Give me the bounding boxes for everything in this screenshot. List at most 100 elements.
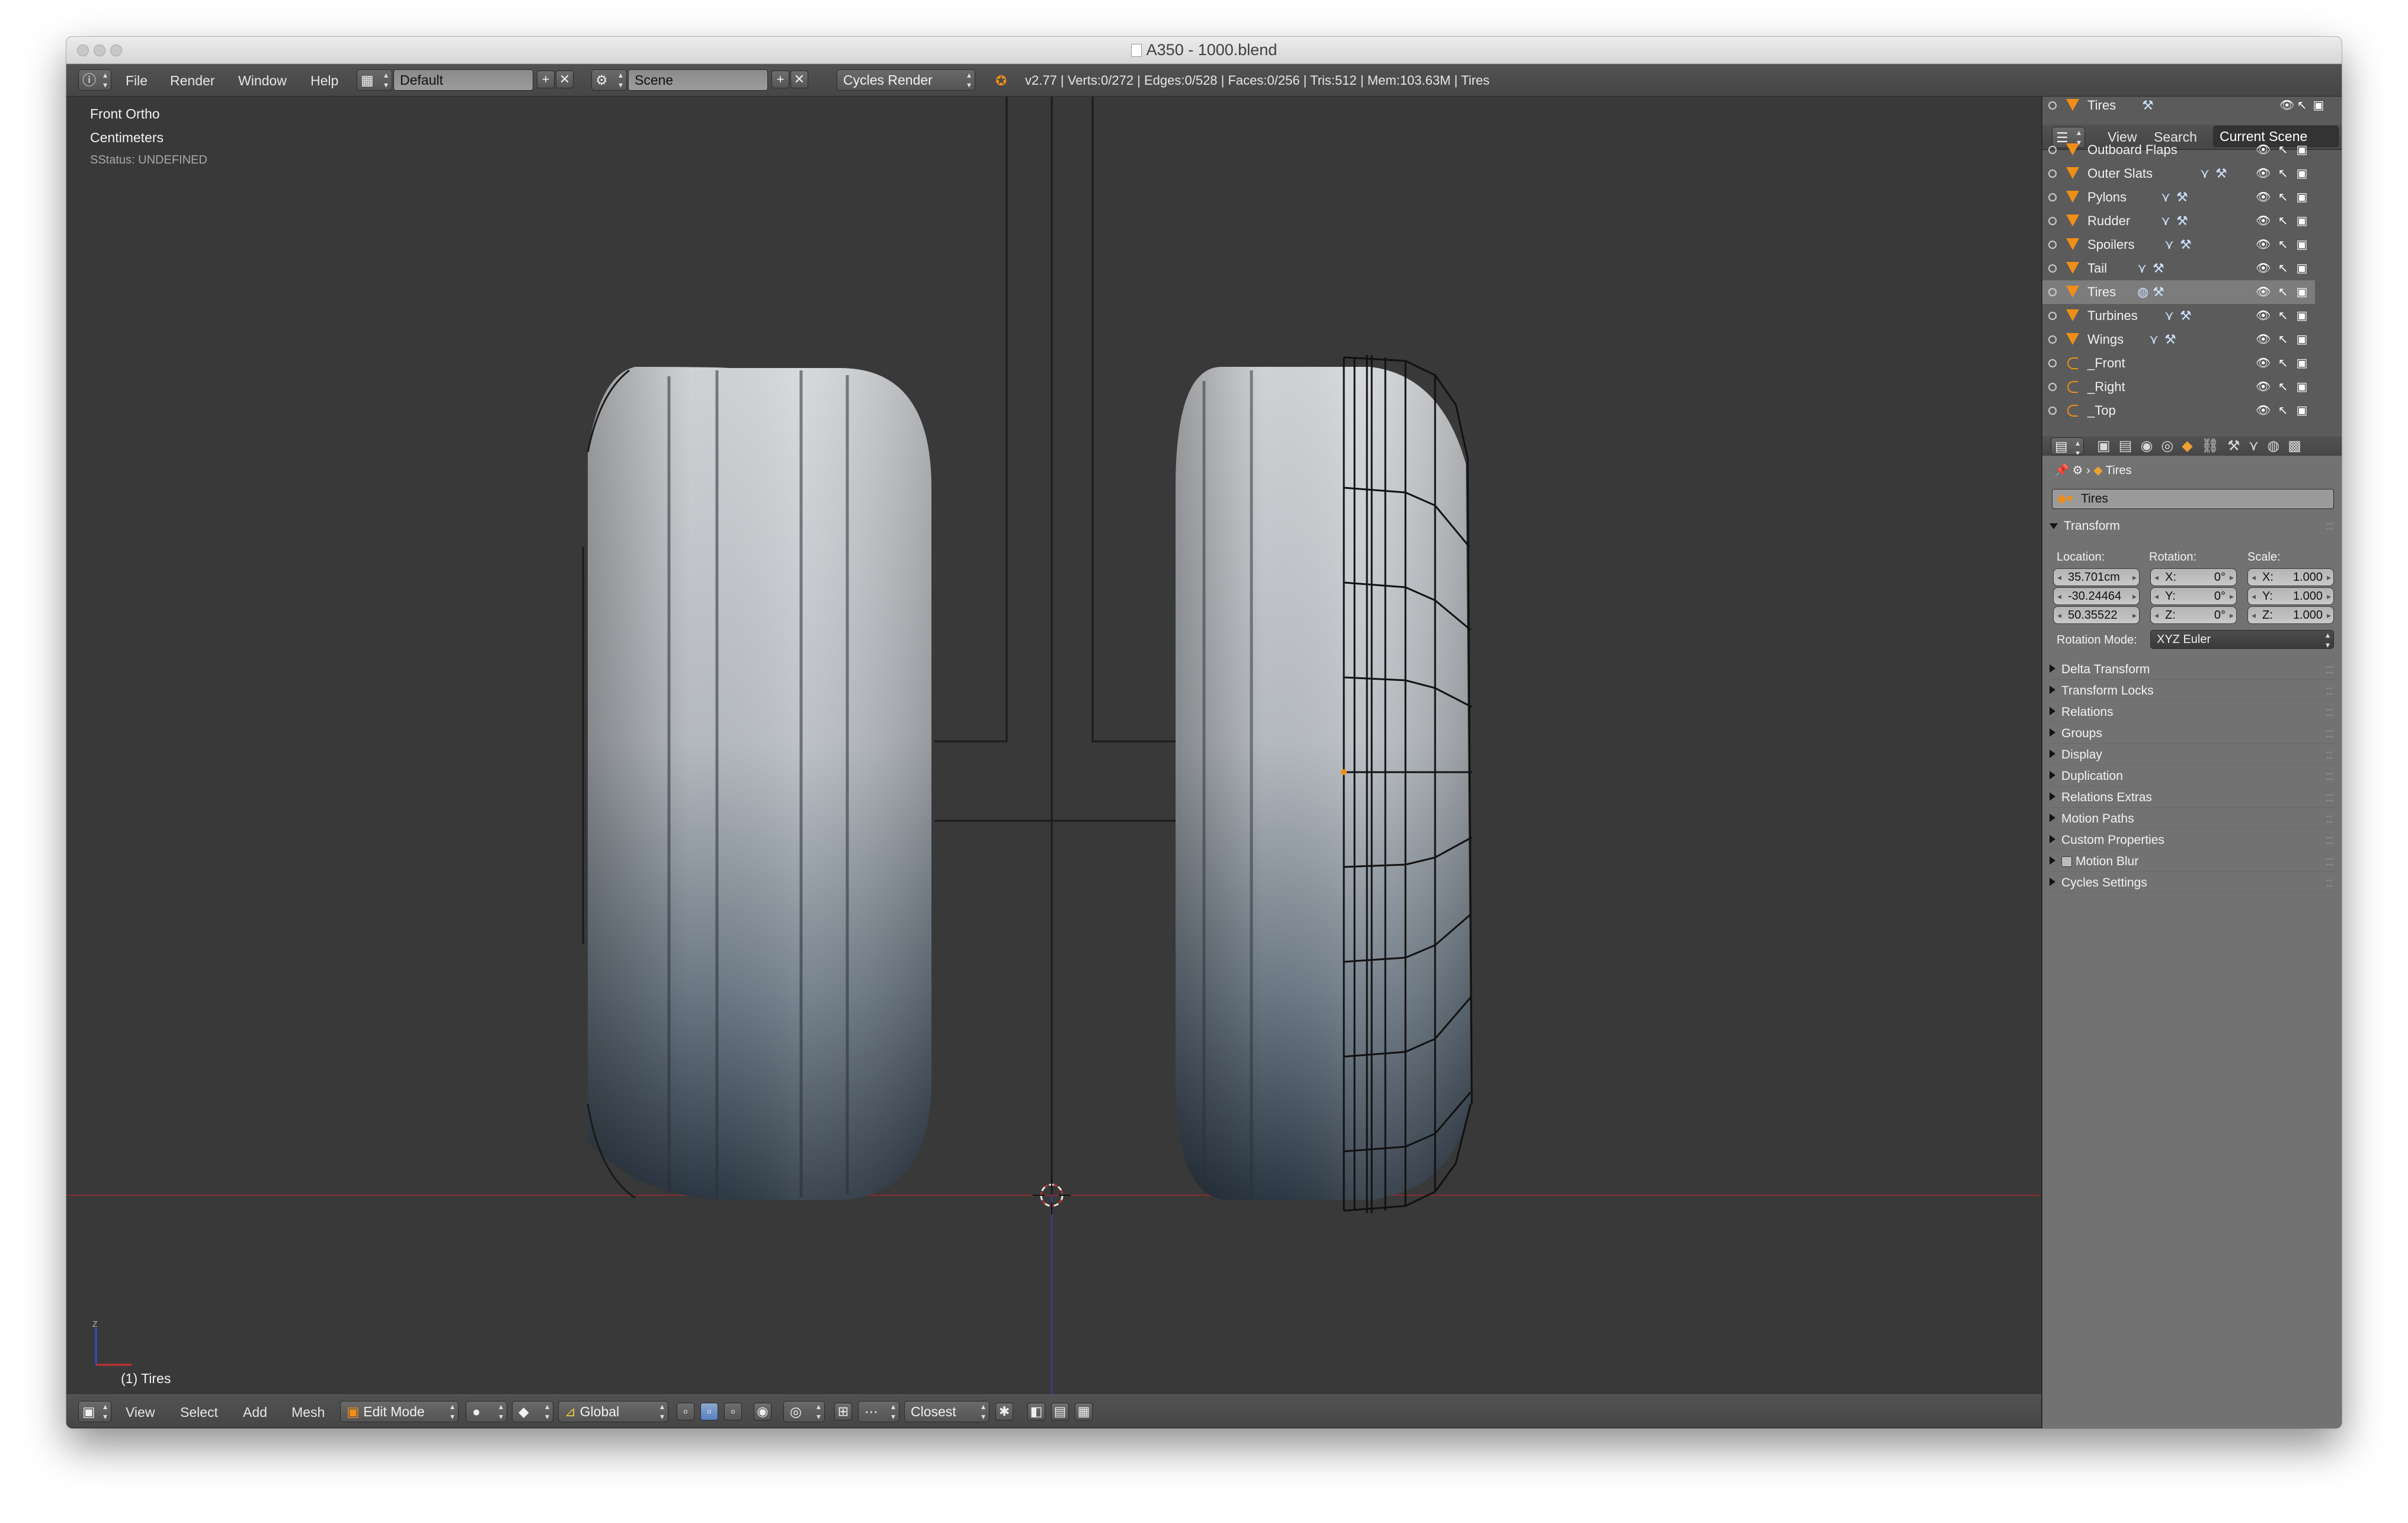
select-icon[interactable]: ↖ xyxy=(2277,142,2289,158)
render-icon[interactable]: ▣ xyxy=(2296,166,2308,181)
visibility-icon[interactable]: 👁 xyxy=(2256,142,2271,158)
header-render-icon[interactable]: ▣ xyxy=(2313,98,2324,113)
render-icon[interactable]: ▣ xyxy=(2296,379,2308,395)
rotation-x-field[interactable]: ◂ X: 0° ▸ xyxy=(2150,568,2237,586)
remove-scene-button[interactable]: ✕ xyxy=(790,71,808,88)
properties-editor-type-button[interactable]: ▤ ▴ ▾ xyxy=(2051,437,2084,455)
properties-context-tabs[interactable]: ▣▤◉◎◆⛓⚒⋎◍▩ xyxy=(2097,436,2310,456)
visibility-icon[interactable]: 👁 xyxy=(2256,237,2271,252)
panel-motion-paths[interactable]: Motion Paths::: xyxy=(2048,809,2336,829)
screen-layout-field[interactable]: Default xyxy=(393,69,533,91)
tire-left[interactable] xyxy=(587,367,931,1200)
scale-z-field[interactable]: ◂ Z: 1.000 ▸ xyxy=(2247,606,2334,624)
header-select-icon[interactable]: ↖ xyxy=(2296,98,2308,113)
snap-target-dropdown[interactable]: Closest ▴ ▾ xyxy=(904,1401,990,1422)
select-icon[interactable]: ↖ xyxy=(2277,308,2289,324)
render-icon[interactable]: ▣ xyxy=(2296,332,2308,347)
render-icon[interactable]: ▣ xyxy=(2296,261,2308,276)
menu-file[interactable]: File xyxy=(126,71,148,91)
render-icon[interactable]: ▣ xyxy=(2296,237,2308,252)
outliner-item-wings[interactable]: Wings ⋎ ⚒ xyxy=(2042,328,2315,351)
motion-blur-checkbox[interactable] xyxy=(2061,856,2072,867)
select-icon[interactable]: ↖ xyxy=(2277,237,2289,252)
panel-duplication[interactable]: Duplication::: xyxy=(2048,766,2336,786)
panel-cycles-settings[interactable]: Cycles Settings::: xyxy=(2048,873,2336,893)
select-icon[interactable]: ↖ xyxy=(2277,190,2289,205)
add-screen-button[interactable]: + xyxy=(537,71,555,88)
location-z-field[interactable]: ◂ 50.35522 ▸ xyxy=(2053,606,2140,624)
face-select-button[interactable]: ▫ xyxy=(724,1403,742,1420)
screen-layout-icon[interactable]: ▦ ▴ ▾ xyxy=(357,69,392,91)
render-icon[interactable]: ▣ xyxy=(2296,142,2308,158)
render-icon[interactable]: ▣ xyxy=(2296,190,2308,205)
vertex-select-button[interactable]: ▫ xyxy=(677,1403,694,1420)
scene-field[interactable]: Scene xyxy=(628,69,768,91)
outliner-item-pylons[interactable]: Pylons ⋎ ⚒ xyxy=(2042,185,2315,209)
menu-mesh[interactable]: Mesh xyxy=(292,1402,325,1422)
rotation-z-field[interactable]: ◂ Z: 0° ▸ xyxy=(2150,606,2237,624)
render-engine-dropdown[interactable]: Cycles Render ▴ ▾ xyxy=(837,69,975,91)
outliner-item-front-camera[interactable]: _Front xyxy=(2042,351,2315,375)
outliner-item-outboard-flaps[interactable]: Outboard Flaps xyxy=(2042,138,2315,162)
viewport-shading-dropdown[interactable]: ● ▴ ▾ xyxy=(466,1401,507,1422)
rotation-y-field[interactable]: ◂ Y: 0° ▸ xyxy=(2150,587,2237,605)
select-icon[interactable]: ↖ xyxy=(2277,261,2289,276)
menu-window[interactable]: Window xyxy=(238,71,287,91)
visibility-icon[interactable]: 👁 xyxy=(2256,379,2271,395)
panel-relations[interactable]: Relations::: xyxy=(2048,702,2336,722)
visibility-icon[interactable]: 👁 xyxy=(2256,213,2271,229)
render-icon[interactable]: ▣ xyxy=(2296,403,2308,418)
visibility-icon[interactable]: 👁 xyxy=(2256,261,2271,276)
outliner-item-right-camera[interactable]: _Right xyxy=(2042,375,2315,399)
scale-y-field[interactable]: ◂ Y: 1.000 ▸ xyxy=(2247,587,2334,605)
visibility-icon[interactable]: 👁 xyxy=(2256,166,2271,181)
panel-custom-properties[interactable]: Custom Properties::: xyxy=(2048,830,2336,850)
outliner-item-outer-slats[interactable]: Outer Slats ⋎ ⚒ xyxy=(2042,162,2315,185)
snap-option-button[interactable]: ✱ xyxy=(995,1403,1013,1420)
snap-element-dropdown[interactable]: ⋯ ▴ ▾ xyxy=(858,1401,899,1422)
location-y-field[interactable]: ◂ -30.24464 ▸ xyxy=(2053,587,2140,605)
visibility-icon[interactable]: 👁 xyxy=(2256,190,2271,205)
3d-viewport[interactable]: Z Front Ortho Centimeters SStatus: UNDEF… xyxy=(66,97,2039,1394)
visibility-icon[interactable]: 👁 xyxy=(2256,284,2271,300)
outliner-item-rudder[interactable]: Rudder ⋎ ⚒ xyxy=(2042,209,2315,233)
panel-motion-blur[interactable]: Motion Blur::: xyxy=(2048,852,2336,872)
visibility-icon[interactable]: 👁 xyxy=(2256,356,2271,371)
editor-type-button[interactable]: ⓘ ▴ ▾ xyxy=(78,69,111,91)
menu-select[interactable]: Select xyxy=(180,1402,218,1422)
snap-toggle-button[interactable]: ⊞ xyxy=(834,1403,852,1420)
menu-add[interactable]: Add xyxy=(243,1402,267,1422)
panel-relations-extras[interactable]: Relations Extras::: xyxy=(2048,788,2336,808)
rotation-mode-dropdown[interactable]: XYZ Euler ▴ ▾ xyxy=(2150,630,2334,649)
outliner-item-tail[interactable]: Tail ⋎ ⚒ xyxy=(2042,257,2315,280)
outliner-item-top-camera[interactable]: _Top xyxy=(2042,399,2315,423)
menu-view[interactable]: View xyxy=(126,1402,155,1422)
select-icon[interactable]: ↖ xyxy=(2277,356,2289,371)
visibility-icon[interactable]: 👁 xyxy=(2256,403,2271,418)
select-icon[interactable]: ↖ xyxy=(2277,284,2289,300)
render-animation-button[interactable]: ▤ xyxy=(1051,1403,1069,1420)
outliner-header-object[interactable]: Tires ⚒ xyxy=(2042,97,2154,117)
panel-display[interactable]: Display::: xyxy=(2048,745,2336,765)
render-preview-button[interactable]: ▦ xyxy=(1075,1403,1093,1420)
transform-orientation-dropdown[interactable]: ⊿ Global ▴ ▾ xyxy=(558,1401,668,1422)
header-visibility-icon[interactable]: 👁 xyxy=(2279,98,2294,113)
select-icon[interactable]: ↖ xyxy=(2277,403,2289,418)
panel-transform-header[interactable]: Transform::: xyxy=(2048,516,2336,536)
select-icon[interactable]: ↖ xyxy=(2277,166,2289,181)
pin-icon[interactable]: 📌 xyxy=(2054,464,2069,477)
opengl-render-button[interactable]: ◧ xyxy=(1027,1403,1045,1420)
visibility-icon[interactable]: 👁 xyxy=(2256,308,2271,324)
panel-groups[interactable]: Groups::: xyxy=(2048,724,2336,744)
render-icon[interactable]: ▣ xyxy=(2296,308,2308,324)
tire-right-edit-mesh[interactable] xyxy=(1176,355,1473,1213)
location-x-field[interactable]: ◂ 35.701cm ▸ xyxy=(2053,568,2140,586)
panel-delta-transform[interactable]: Delta Transform::: xyxy=(2048,660,2336,680)
editor-type-3dview-button[interactable]: ▣ ▴ ▾ xyxy=(78,1401,111,1422)
outliner-item-spoilers[interactable]: Spoilers ⋎ ⚒ xyxy=(2042,233,2315,257)
proportional-editing-dropdown[interactable]: ◎ ▴ ▾ xyxy=(783,1401,825,1422)
remove-screen-button[interactable]: ✕ xyxy=(556,71,574,88)
add-scene-button[interactable]: + xyxy=(771,71,789,88)
render-icon[interactable]: ▣ xyxy=(2296,284,2308,300)
scale-x-field[interactable]: ◂ X: 1.000 ▸ xyxy=(2247,568,2334,586)
